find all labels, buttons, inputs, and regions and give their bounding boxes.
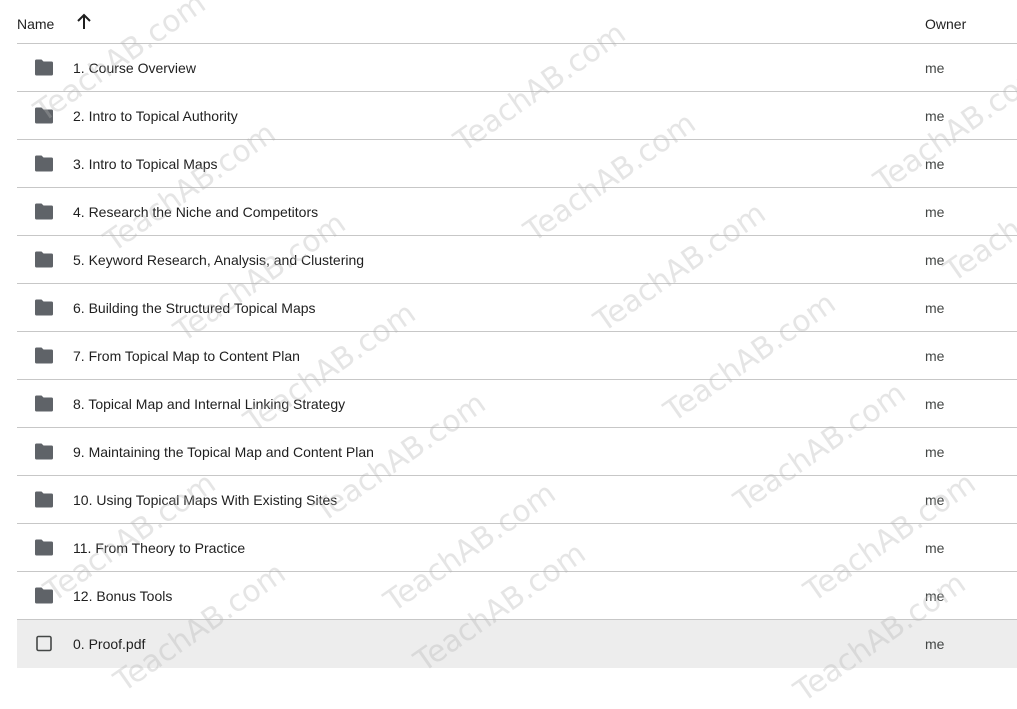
file-list-header: Name Owner (0, 0, 1017, 43)
folder-row[interactable]: 6. Building the Structured Topical Maps m… (17, 284, 1017, 332)
file-name[interactable]: 11. From Theory to Practice (73, 540, 245, 556)
file-name[interactable]: 8. Topical Map and Internal Linking Stra… (73, 396, 345, 412)
name-column-header[interactable]: Name (17, 16, 54, 32)
folder-icon (34, 395, 54, 412)
file-name[interactable]: 9. Maintaining the Topical Map and Conte… (73, 444, 374, 460)
folder-icon (34, 587, 54, 604)
folder-row[interactable]: 8. Topical Map and Internal Linking Stra… (17, 380, 1017, 428)
file-owner: me (925, 252, 945, 268)
file-name[interactable]: 6. Building the Structured Topical Maps (73, 300, 316, 316)
file-owner: me (925, 300, 945, 316)
file-icon (34, 635, 54, 652)
folder-row[interactable]: 4. Research the Niche and Competitors me (17, 188, 1017, 236)
folder-row[interactable]: 2. Intro to Topical Authority me (17, 92, 1017, 140)
folder-icon (34, 299, 54, 316)
folder-icon (34, 491, 54, 508)
folder-icon (34, 251, 54, 268)
file-owner: me (925, 156, 945, 172)
folder-icon (34, 347, 54, 364)
folder-row[interactable]: 3. Intro to Topical Maps me (17, 140, 1017, 188)
folder-icon (34, 539, 54, 556)
folder-row[interactable]: 11. From Theory to Practice me (17, 524, 1017, 572)
file-owner: me (925, 396, 945, 412)
file-owner: me (925, 108, 945, 124)
file-name[interactable]: 10. Using Topical Maps With Existing Sit… (73, 492, 337, 508)
file-row[interactable]: 0. Proof.pdf me (17, 620, 1017, 668)
file-owner: me (925, 444, 945, 460)
owner-column-header[interactable]: Owner (925, 16, 966, 32)
file-owner: me (925, 492, 945, 508)
file-owner: me (925, 60, 945, 76)
file-owner: me (925, 636, 945, 652)
folder-row[interactable]: 9. Maintaining the Topical Map and Conte… (17, 428, 1017, 476)
arrow-up-icon[interactable] (76, 13, 92, 31)
folder-row[interactable]: 1. Course Overview me (17, 44, 1017, 92)
file-owner: me (925, 348, 945, 364)
file-name[interactable]: 3. Intro to Topical Maps (73, 156, 217, 172)
file-owner: me (925, 204, 945, 220)
folder-row[interactable]: 12. Bonus Tools me (17, 572, 1017, 620)
folder-icon (34, 155, 54, 172)
file-name[interactable]: 1. Course Overview (73, 60, 196, 76)
file-name[interactable]: 5. Keyword Research, Analysis, and Clust… (73, 252, 364, 268)
file-name[interactable]: 12. Bonus Tools (73, 588, 172, 604)
file-name[interactable]: 4. Research the Niche and Competitors (73, 204, 318, 220)
folder-icon (34, 107, 54, 124)
file-name[interactable]: 7. From Topical Map to Content Plan (73, 348, 300, 364)
folder-row[interactable]: 5. Keyword Research, Analysis, and Clust… (17, 236, 1017, 284)
file-name[interactable]: 2. Intro to Topical Authority (73, 108, 238, 124)
folder-row[interactable]: 7. From Topical Map to Content Plan me (17, 332, 1017, 380)
file-owner: me (925, 588, 945, 604)
folder-row[interactable]: 10. Using Topical Maps With Existing Sit… (17, 476, 1017, 524)
file-owner: me (925, 540, 945, 556)
folder-icon (34, 203, 54, 220)
file-name[interactable]: 0. Proof.pdf (73, 636, 145, 652)
folder-icon (34, 443, 54, 460)
folder-icon (34, 59, 54, 76)
file-list: 1. Course Overview me 2. Intro to Topical … (17, 44, 1017, 668)
